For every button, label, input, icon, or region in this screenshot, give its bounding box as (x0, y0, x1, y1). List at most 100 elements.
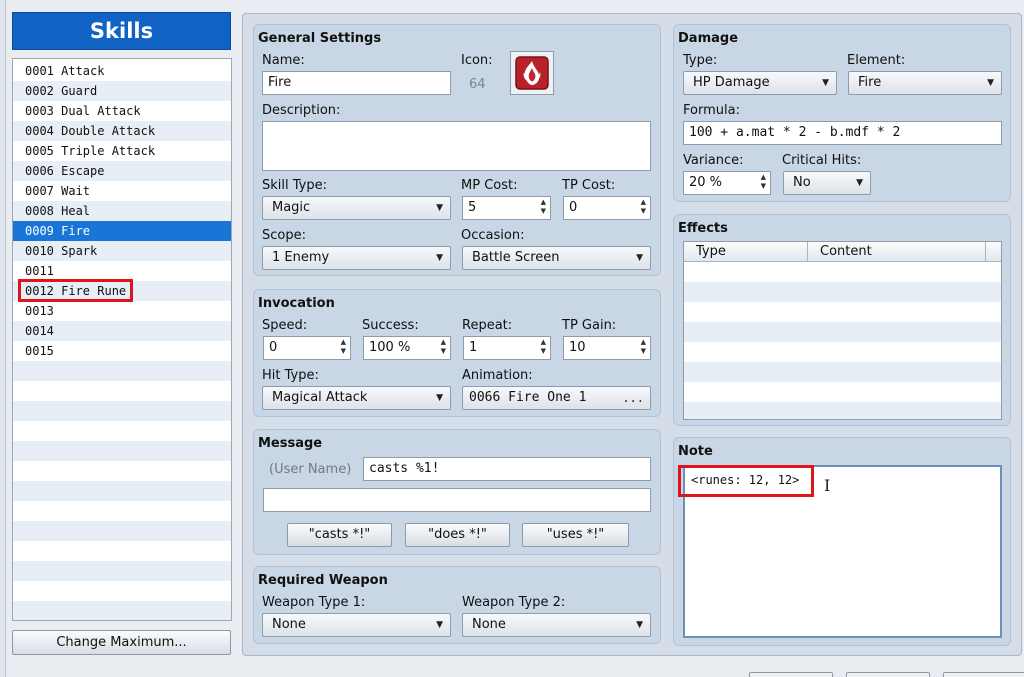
fire-icon[interactable] (510, 51, 554, 95)
description-textarea[interactable] (262, 121, 651, 171)
skill-list-item[interactable]: 0007 Wait (13, 181, 231, 201)
scope-select[interactable]: 1 Enemy ▼ (262, 246, 451, 270)
animation-label: Animation: (462, 368, 533, 383)
element-select[interactable]: Fire ▼ (848, 71, 1002, 95)
skill-list-item[interactable]: 0006 Escape (13, 161, 231, 181)
tp-gain-label: TP Gain: (562, 318, 617, 333)
icon-index: 64 (469, 77, 486, 92)
skill-type-label: Skill Type: (262, 178, 327, 193)
occasion-select[interactable]: Battle Screen ▼ (462, 246, 651, 270)
skill-list-item[interactable] (13, 521, 231, 541)
chevron-down-icon: ▼ (987, 78, 994, 88)
tp-cost-spinner[interactable]: 0 ▲ ▼ (563, 196, 651, 220)
mp-cost-label: MP Cost: (461, 178, 518, 193)
effects-table-row[interactable] (684, 322, 1001, 342)
spinner-arrows-icon[interactable]: ▲ ▼ (541, 198, 546, 216)
skill-list-item[interactable] (13, 601, 231, 620)
ellipsis-icon[interactable]: ... (622, 387, 644, 409)
skill-list-item[interactable] (13, 581, 231, 601)
success-label: Success: (362, 318, 419, 333)
chevron-down-icon: ▼ (636, 620, 643, 630)
scope-value: 1 Enemy (272, 250, 330, 265)
skill-list-item[interactable] (13, 561, 231, 581)
skill-list-item[interactable] (13, 421, 231, 441)
critical-hits-select[interactable]: No ▼ (783, 171, 871, 195)
skill-list-item[interactable]: 0003 Dual Attack (13, 101, 231, 121)
skill-list-item[interactable] (13, 401, 231, 421)
effects-table-row[interactable] (684, 302, 1001, 322)
skill-list-item[interactable]: 0013 (13, 301, 231, 321)
spinner-arrows-icon[interactable]: ▲ ▼ (441, 338, 446, 356)
skill-list-item[interactable]: 0002 Guard (13, 81, 231, 101)
skill-type-select[interactable]: Magic ▼ (262, 196, 451, 220)
skill-list-item[interactable]: 0009 Fire (13, 221, 231, 241)
effects-table-row[interactable] (684, 382, 1001, 402)
required-weapon-title: Required Weapon (258, 573, 388, 588)
effects-table-row[interactable] (684, 362, 1001, 382)
skill-list-item[interactable]: 0004 Double Attack (13, 121, 231, 141)
spinner-arrows-icon[interactable]: ▲ ▼ (541, 338, 546, 356)
damage-type-select[interactable]: HP Damage ▼ (683, 71, 837, 95)
effects-table-row[interactable] (684, 402, 1001, 419)
skill-list-item[interactable] (13, 481, 231, 501)
skill-list-item[interactable]: 0005 Triple Attack (13, 141, 231, 161)
variance-spinner[interactable]: 20 % ▲ ▼ (683, 171, 771, 195)
spinner-arrows-icon[interactable]: ▲ ▼ (641, 198, 646, 216)
bottom-button-partial-1[interactable] (749, 672, 833, 677)
skill-list-item[interactable] (13, 381, 231, 401)
skill-list-item[interactable]: 0015 (13, 341, 231, 361)
hit-type-select[interactable]: Magical Attack ▼ (262, 386, 451, 410)
spinner-arrows-icon[interactable]: ▲ ▼ (761, 173, 766, 191)
change-maximum-button[interactable]: Change Maximum... (12, 630, 231, 655)
repeat-value: 1 (469, 340, 478, 355)
weapon-type2-select[interactable]: None ▼ (462, 613, 651, 637)
effects-table-row[interactable] (684, 342, 1001, 362)
skill-list-item[interactable]: 0011 (13, 261, 231, 281)
effects-table-row[interactable] (684, 282, 1001, 302)
does-template-button[interactable]: "does *!" (405, 523, 510, 547)
repeat-spinner[interactable]: 1 ▲ ▼ (463, 336, 551, 360)
tp-gain-spinner[interactable]: 10 ▲ ▼ (563, 336, 651, 360)
name-input[interactable]: Fire (262, 71, 451, 95)
chevron-down-icon: ▼ (436, 393, 443, 403)
formula-label: Formula: (683, 103, 740, 118)
note-panel: Note <runes: 12, 12> I (673, 437, 1011, 646)
skill-list-item[interactable] (13, 461, 231, 481)
skill-list-item[interactable]: 0010 Spark (13, 241, 231, 261)
effects-table-row[interactable] (684, 262, 1001, 282)
skill-list-item[interactable]: 0001 Attack (13, 61, 231, 81)
formula-input[interactable]: 100 + a.mat * 2 - b.mdf * 2 (683, 121, 1002, 145)
uses-template-button[interactable]: "uses *!" (522, 523, 629, 547)
effects-panel: Effects Type Content (673, 214, 1011, 426)
skill-list-item[interactable]: 0014 (13, 321, 231, 341)
chevron-down-icon: ▼ (436, 203, 443, 213)
tp-cost-value: 0 (569, 200, 578, 215)
mp-cost-spinner[interactable]: 5 ▲ ▼ (462, 196, 551, 220)
skill-list-item[interactable] (13, 441, 231, 461)
success-spinner[interactable]: 100 % ▲ ▼ (363, 336, 451, 360)
skill-list-item[interactable] (13, 361, 231, 381)
skill-list[interactable]: 0001 Attack 0002 Guard 0003 Dual Attack 000… (12, 58, 232, 621)
spinner-arrows-icon[interactable]: ▲ ▼ (341, 338, 346, 356)
skill-list-item[interactable] (13, 541, 231, 561)
weapon-type1-select[interactable]: None ▼ (262, 613, 451, 637)
bottom-button-partial-3[interactable] (943, 672, 1024, 677)
animation-select[interactable]: 0066 Fire One 1... (462, 386, 651, 410)
skill-list-item[interactable] (13, 501, 231, 521)
bottom-button-partial-2[interactable] (846, 672, 930, 677)
casts-template-button[interactable]: "casts *!" (287, 523, 392, 547)
spinner-arrows-icon[interactable]: ▲ ▼ (641, 338, 646, 356)
chevron-down-icon: ▼ (636, 253, 643, 263)
damage-type-value: HP Damage (693, 75, 770, 90)
icon-label: Icon: (461, 53, 493, 68)
critical-hits-value: No (793, 175, 811, 190)
effects-table-header: Type Content (684, 242, 1001, 262)
message-line1-input[interactable]: casts %1! (363, 457, 651, 481)
weapon-type1-value: None (272, 617, 306, 632)
message-line2-input[interactable] (263, 488, 651, 512)
skill-list-item[interactable]: 0008 Heal (13, 201, 231, 221)
effects-table[interactable]: Type Content (683, 241, 1002, 420)
speed-spinner[interactable]: 0 ▲ ▼ (263, 336, 351, 360)
effects-col-type[interactable]: Type (684, 242, 808, 262)
effects-col-content[interactable]: Content (808, 242, 986, 262)
